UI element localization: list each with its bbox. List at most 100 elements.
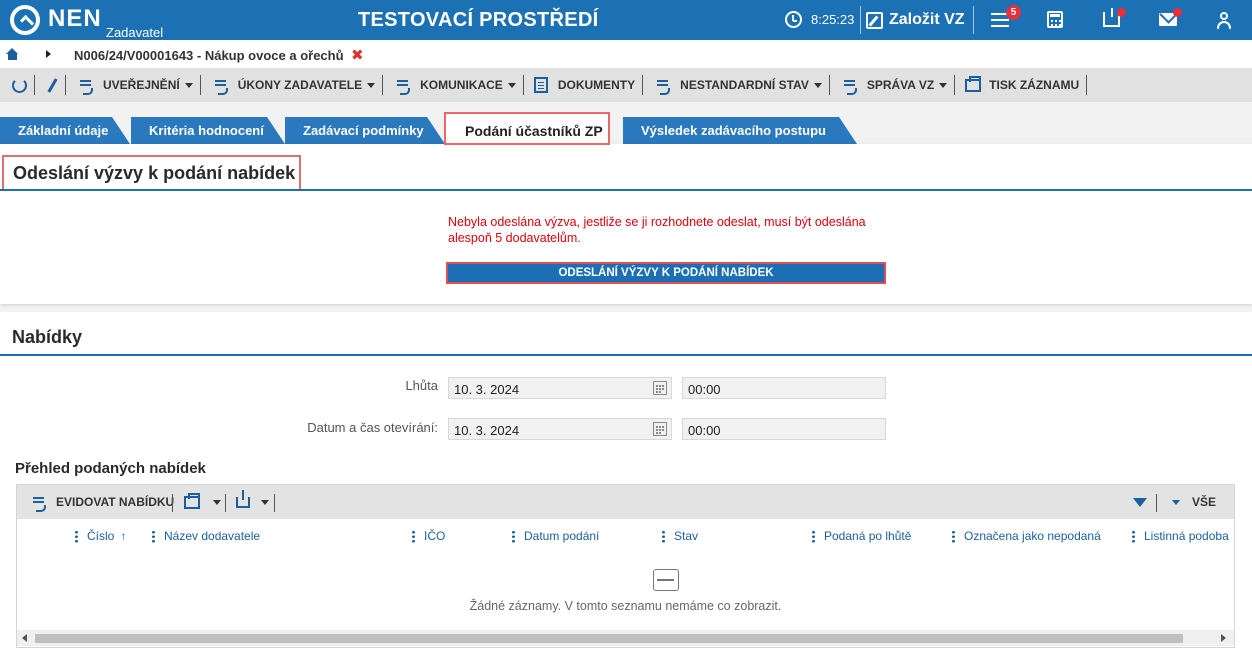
create-vz-button[interactable]: Založit VZ	[866, 9, 965, 31]
offers-grid: EVIDOVAT NABÍDKU VŠE Číslo ↑ Název dodav…	[16, 484, 1235, 648]
menu-uverejneni-label: UVEŘEJNĚNÍ	[103, 78, 180, 92]
menu-nestandardni-label: NESTANDARDNÍ STAV	[680, 78, 809, 92]
register-offer-label: EVIDOVAT NABÍDKU	[56, 495, 175, 509]
menu-ukony[interactable]: ÚKONY ZADAVATELE	[201, 68, 384, 102]
column-menu-icon[interactable]	[75, 529, 78, 543]
deadline-time-field[interactable]: 00:00	[682, 377, 886, 399]
tab-vysledek[interactable]: Výsledek zadávacího postupu	[623, 117, 857, 144]
deadline-label: Lhůta	[405, 378, 438, 393]
opening-time-field[interactable]: 00:00	[682, 418, 886, 440]
scroll-right-icon[interactable]	[1221, 634, 1226, 642]
session-clock: 8:25:23	[811, 12, 855, 27]
breadcrumb-current[interactable]: N006/24/V00001643 - Nákup ovoce a ořechů	[74, 48, 344, 63]
calendar-icon[interactable]	[653, 422, 667, 436]
caret-down-icon	[939, 82, 948, 88]
empty-tray-icon	[653, 569, 679, 591]
printer-icon	[184, 492, 200, 509]
col-cislo[interactable]: Číslo ↑	[75, 529, 126, 543]
tab-zadavaci-podminky[interactable]: Zadávací podmínky	[285, 117, 445, 144]
column-menu-icon[interactable]	[1132, 529, 1135, 543]
menu-dokumenty[interactable]: DOKUMENTY	[524, 68, 644, 102]
inbox-alert-dot	[1117, 8, 1126, 17]
list-icon	[657, 79, 672, 95]
grid-print-button[interactable]	[184, 485, 221, 519]
calendar-icon[interactable]	[653, 381, 667, 395]
col-datum[interactable]: Datum podání	[512, 529, 599, 543]
scroll-left-icon[interactable]	[22, 634, 27, 642]
col-nazev[interactable]: Název dodavatele	[152, 529, 260, 543]
environment-title: TESTOVACÍ PROSTŘEDÍ	[358, 9, 599, 31]
breadcrumb: N006/24/V00001643 - Nákup ovoce a ořechů…	[0, 40, 1252, 68]
export-icon	[236, 489, 250, 508]
send-invitation-button[interactable]: ODESLÁNÍ VÝZVY K PODÁNÍ NABÍDEK	[446, 262, 886, 284]
menu-komunikace[interactable]: KOMUNIKACE	[383, 68, 524, 102]
print-record-label: TISK ZÁZNAMU	[989, 78, 1080, 92]
menu-dokumenty-label: DOKUMENTY	[557, 78, 636, 92]
offers-overview-title: Přehled podaných nabídek	[15, 460, 206, 477]
col-stav[interactable]: Stav	[662, 529, 698, 543]
caret-down-icon	[507, 82, 516, 88]
caret-down-icon	[184, 82, 193, 88]
menu-uverejneni[interactable]: UVEŘEJNĚNÍ	[66, 68, 201, 102]
calculator-icon[interactable]	[1047, 11, 1063, 28]
column-menu-icon[interactable]	[412, 529, 415, 543]
menu-komunikace-label: KOMUNIKACE	[420, 78, 503, 92]
user-icon[interactable]	[1216, 12, 1232, 29]
print-record-button[interactable]: TISK ZÁZNAMU	[955, 68, 1088, 102]
column-menu-icon[interactable]	[512, 529, 515, 543]
edit-button[interactable]	[35, 68, 66, 102]
mail-alert-dot	[1173, 8, 1182, 17]
logo-subtitle: Zadavatel	[106, 25, 164, 40]
grid-export-button[interactable]	[236, 485, 269, 519]
tab-podani-ucastniku[interactable]: Podání účastníků ZP	[444, 112, 610, 145]
header-divider	[973, 6, 974, 34]
section-divider	[0, 354, 1252, 356]
column-menu-icon[interactable]	[152, 529, 155, 543]
empty-message: Žádné záznamy. V tomto seznamu nemáme co…	[469, 599, 782, 613]
deadline-date-field[interactable]: 10. 3. 2024	[448, 377, 672, 399]
col-nepodana[interactable]: Označena jako nepodaná	[952, 529, 1101, 543]
col-datum-label: Datum podání	[524, 529, 600, 543]
document-icon	[533, 77, 548, 93]
horizontal-scrollbar[interactable]	[17, 630, 1234, 646]
opening-label: Datum a čas otevírání:	[307, 420, 438, 435]
invitation-panel: Odeslání výzvy k podání nabídek Nebyla o…	[0, 144, 1252, 304]
close-icon[interactable]: ✖	[351, 46, 364, 64]
col-nazev-label: Název dodavatele	[164, 529, 261, 543]
refresh-icon	[12, 77, 27, 93]
column-menu-icon[interactable]	[952, 529, 955, 543]
menu-nestandardni[interactable]: NESTANDARDNÍ STAV	[643, 68, 830, 102]
home-icon[interactable]	[6, 48, 19, 60]
refresh-button[interactable]	[0, 68, 35, 102]
column-menu-icon[interactable]	[662, 529, 665, 543]
top-bar: NEN Zadavatel TESTOVACÍ PROSTŘEDÍ 8:25:2…	[0, 0, 1252, 40]
menu-sprava[interactable]: SPRÁVA VZ	[830, 68, 956, 102]
tab-kriteria[interactable]: Kritéria hodnocení	[131, 117, 285, 144]
col-ico[interactable]: IČO	[412, 529, 445, 543]
logo-text[interactable]: NEN	[48, 5, 102, 33]
caret-down-icon	[367, 82, 376, 88]
action-toolbar: UVEŘEJNĚNÍ ÚKONY ZADAVATELE KOMUNIKACE D…	[0, 68, 1252, 102]
menu-ukony-label: ÚKONY ZADAVATELE	[237, 78, 363, 92]
menu-sprava-label: SPRÁVA VZ	[866, 78, 935, 92]
filter-select-value: VŠE	[1192, 495, 1217, 509]
list-icon	[843, 79, 859, 95]
register-offer-button[interactable]: EVIDOVAT NABÍDKU	[33, 485, 174, 519]
nen-logo-icon[interactable]	[10, 5, 40, 35]
col-nepodana-label: Označena jako nepodaná	[964, 529, 1101, 543]
filter-icon	[1133, 497, 1147, 507]
filter-button[interactable]	[1133, 485, 1147, 519]
offers-panel: Nabídky Lhůta 10. 3. 2024 00:00 Datum a …	[0, 312, 1252, 665]
section-divider	[0, 189, 1252, 191]
col-listinna[interactable]: Listinná podoba	[1132, 529, 1232, 543]
deadline-date-value: 10. 3. 2024	[454, 382, 520, 397]
opening-date-field[interactable]: 10. 3. 2024	[448, 418, 672, 440]
filter-select[interactable]: VŠE	[1168, 485, 1216, 519]
caret-down-icon	[261, 499, 269, 505]
tab-zakladni-udaje[interactable]: Základní údaje	[0, 117, 130, 144]
printer-icon	[965, 75, 982, 92]
column-menu-icon[interactable]	[812, 529, 815, 543]
scrollbar-thumb[interactable]	[35, 634, 1183, 643]
grid-header: Číslo ↑ Název dodavatele IČO Datum podán…	[17, 519, 1234, 553]
col-po-lhute[interactable]: Podaná po lhůtě	[812, 529, 911, 543]
